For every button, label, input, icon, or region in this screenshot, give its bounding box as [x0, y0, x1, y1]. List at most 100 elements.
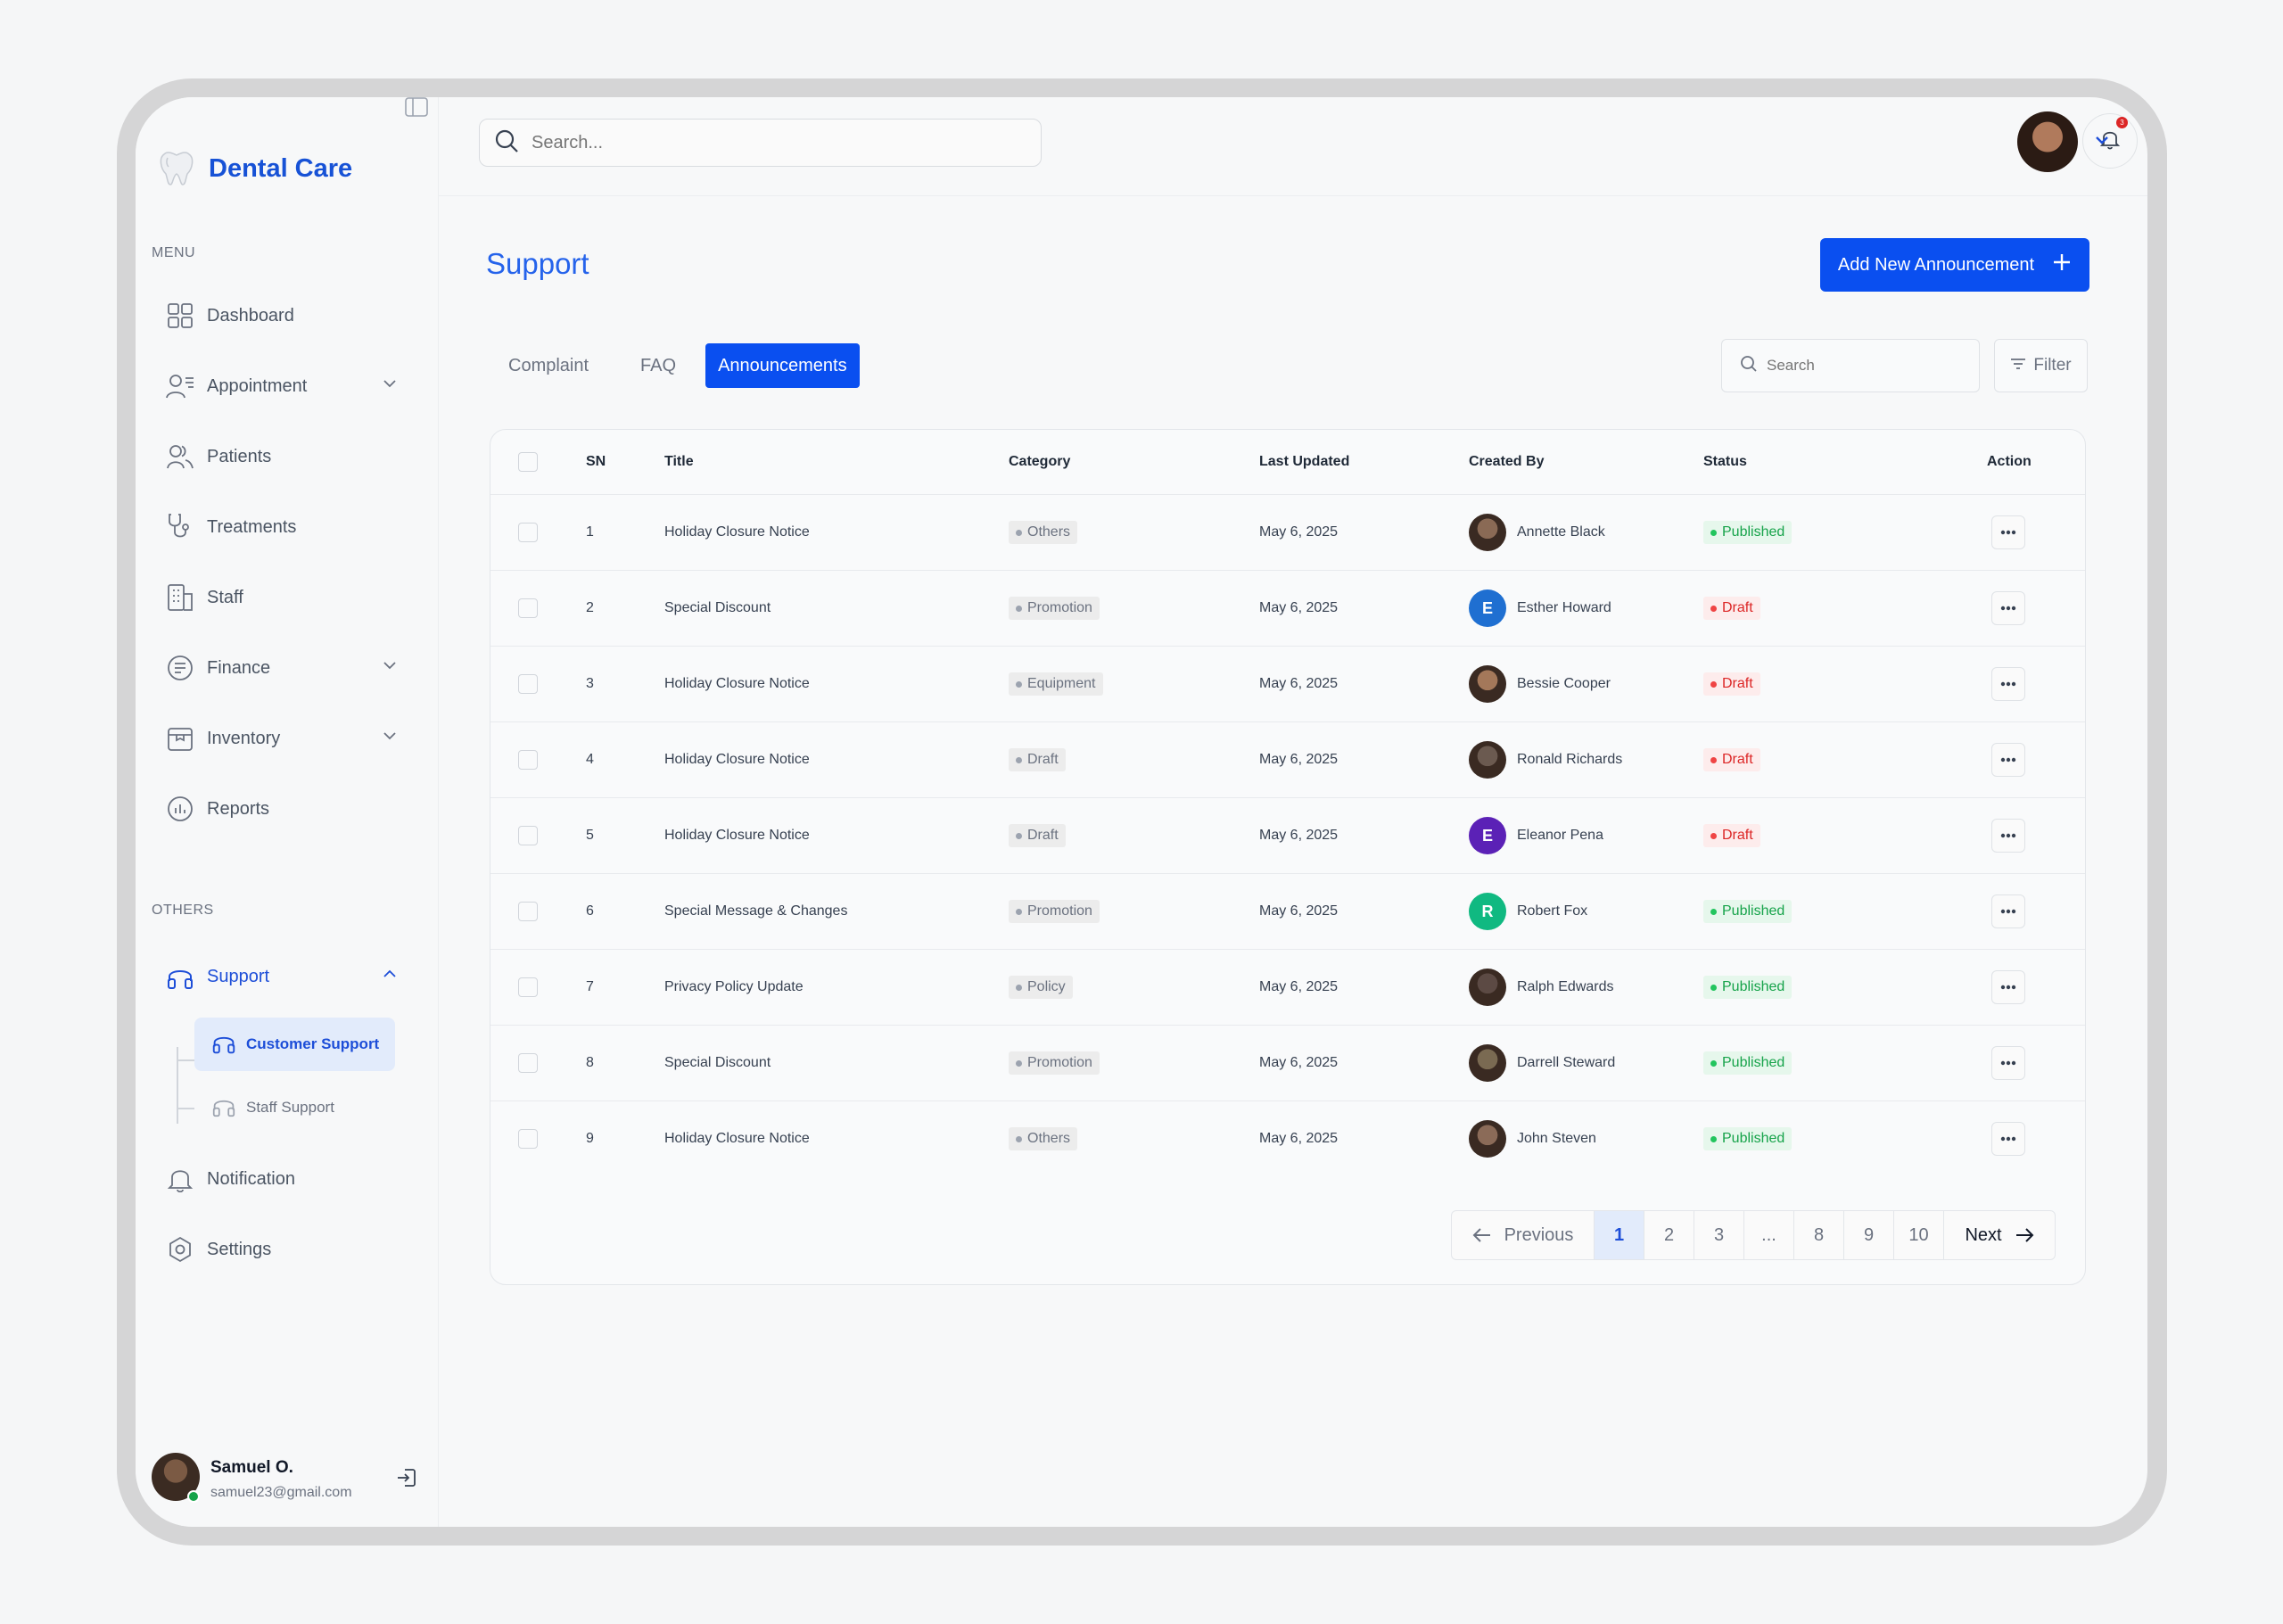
add-announcement-button[interactable]: Add New Announcement: [1820, 238, 2089, 292]
avatar[interactable]: [2017, 111, 2078, 172]
sidebar-item-support[interactable]: Support: [166, 955, 398, 998]
sidebar-item-dashboard[interactable]: Dashboard: [166, 294, 398, 337]
filter-button[interactable]: Filter: [1994, 339, 2088, 392]
table-search-input[interactable]: [1767, 357, 1963, 375]
column-header-sn[interactable]: SN: [586, 430, 606, 494]
table-row[interactable]: 1 Holiday Closure Notice Others May 6, 2025…: [490, 494, 2085, 570]
logout-icon[interactable]: [396, 1467, 417, 1493]
status-label: Draft: [1722, 600, 1753, 615]
avatar: E: [1469, 817, 1506, 854]
table-row[interactable]: 9 Holiday Closure Notice Others May 6, 2025…: [490, 1101, 2085, 1176]
table-row[interactable]: 6 Special Message & Changes Promotion May 6…: [490, 873, 2085, 949]
status-dot: [1710, 832, 1717, 839]
page-number-button[interactable]: 9: [1844, 1211, 1894, 1259]
sidebar-item-finance[interactable]: Finance: [166, 647, 398, 689]
table-search[interactable]: [1721, 339, 1980, 392]
row-checkbox[interactable]: [518, 674, 538, 694]
sidebar-item-appointment[interactable]: Appointment: [166, 365, 398, 408]
table-row[interactable]: 4 Holiday Closure Notice Draft May 6, 2025 R…: [490, 721, 2085, 797]
row-checkbox[interactable]: [518, 1053, 538, 1073]
row-checkbox[interactable]: [518, 523, 538, 542]
row-checkbox[interactable]: [518, 977, 538, 997]
brand[interactable]: Dental Care: [155, 145, 352, 193]
user-profile[interactable]: Samuel O. samuel23@gmail.com: [152, 1453, 419, 1506]
status-badge: Published: [1703, 900, 1793, 923]
creator-name: Darrell Steward: [1517, 1055, 1616, 1070]
select-all-checkbox[interactable]: [518, 452, 538, 472]
chevron-down-icon[interactable]: [2093, 131, 2111, 153]
category-label: Others: [1027, 1131, 1071, 1146]
cell-sn: 2: [586, 600, 594, 615]
row-checkbox[interactable]: [518, 598, 538, 618]
table-row[interactable]: 2 Special Discount Promotion May 6, 2025 E Es…: [490, 570, 2085, 646]
row-checkbox[interactable]: [518, 826, 538, 845]
announcements-table: SN Title Category Last Updated Created B…: [490, 429, 2086, 1285]
row-actions-button[interactable]: [1991, 591, 2025, 625]
search-icon: [494, 128, 519, 158]
table-row[interactable]: 3 Holiday Closure Notice Equipment May 6, 2…: [490, 646, 2085, 721]
row-checkbox[interactable]: [518, 750, 538, 770]
sidebar-subitem-staff-support[interactable]: Staff Support: [194, 1081, 395, 1134]
page-number-button[interactable]: 3: [1694, 1211, 1744, 1259]
sidebar-item-staff[interactable]: Staff: [166, 576, 398, 619]
column-header-title[interactable]: Title: [664, 430, 694, 494]
creator-name: Ronald Richards: [1517, 752, 1623, 767]
sidebar-item-settings[interactable]: Settings: [166, 1228, 398, 1271]
sidebar-item-patients[interactable]: Patients: [166, 435, 398, 478]
column-header-category[interactable]: Category: [1009, 430, 1070, 494]
add-button-label: Add New Announcement: [1837, 254, 2035, 275]
tab-complaint[interactable]: Complaint: [486, 343, 611, 388]
row-actions-button[interactable]: [1991, 894, 2025, 928]
search-input[interactable]: [532, 132, 1013, 153]
row-actions-button[interactable]: [1991, 1122, 2025, 1156]
sidebar-item-reports[interactable]: Reports: [166, 787, 398, 830]
row-actions-button[interactable]: [1991, 819, 2025, 853]
category-label: Equipment: [1027, 676, 1096, 691]
receipt-icon: [166, 654, 194, 682]
sidebar-item-inventory[interactable]: Inventory: [166, 717, 398, 760]
previous-page-button[interactable]: Previous: [1452, 1211, 1595, 1259]
tag-dot: [1016, 984, 1022, 991]
row-checkbox[interactable]: [518, 902, 538, 921]
status-label: Published: [1722, 524, 1785, 540]
status-label: Published: [1722, 903, 1785, 919]
row-actions-button[interactable]: [1991, 515, 2025, 549]
row-actions-button[interactable]: [1991, 970, 2025, 1004]
sidebar-item-notification[interactable]: Notification: [166, 1158, 398, 1200]
column-header-action: Action: [1987, 454, 2032, 469]
page-number-button[interactable]: 8: [1794, 1211, 1844, 1259]
table-row[interactable]: 5 Holiday Closure Notice Draft May 6, 2025 E…: [490, 797, 2085, 873]
tag-dot: [1016, 1135, 1022, 1142]
column-header-created-by[interactable]: Created By: [1469, 430, 1544, 494]
page-number-button[interactable]: 1: [1595, 1211, 1644, 1259]
sidebar-item-label: Treatments: [207, 516, 297, 537]
column-header-last-updated[interactable]: Last Updated: [1259, 430, 1349, 494]
page-number-button[interactable]: 2: [1644, 1211, 1694, 1259]
headphones-icon: [212, 1094, 235, 1122]
sidebar-item-label: Settings: [207, 1239, 272, 1259]
page-number-button: ...: [1744, 1211, 1794, 1259]
column-header-status[interactable]: Status: [1703, 430, 1747, 494]
row-actions-button[interactable]: [1991, 667, 2025, 701]
cell-created-by: Ronald Richards: [1469, 722, 1622, 797]
row-actions-button[interactable]: [1991, 743, 2025, 777]
plus-icon: [2052, 252, 2072, 277]
next-page-button[interactable]: Next: [1944, 1211, 2055, 1259]
main-content: Support Add New Announcement Complaint F…: [439, 196, 2147, 1527]
sidebar-subitem-customer-support[interactable]: Customer Support: [194, 1018, 395, 1071]
row-checkbox[interactable]: [518, 1129, 538, 1149]
global-search[interactable]: [479, 119, 1042, 167]
tag-dot: [1016, 832, 1022, 839]
user-email: samuel23@gmail.com: [210, 1485, 352, 1500]
sidebar-item-treatments[interactable]: Treatments: [166, 506, 398, 548]
cell-title: Privacy Policy Update: [664, 979, 804, 994]
category-tag: Promotion: [1009, 900, 1100, 923]
table-row[interactable]: 7 Privacy Policy Update Policy May 6, 2025 R…: [490, 949, 2085, 1025]
page-number-button[interactable]: 10: [1894, 1211, 1944, 1259]
page-title: Support: [486, 247, 589, 280]
tab-faq[interactable]: FAQ: [618, 343, 698, 388]
table-row[interactable]: 8 Special Discount Promotion May 6, 2025 Dar…: [490, 1025, 2085, 1101]
sidebar-collapse-icon[interactable]: [405, 97, 428, 117]
tab-announcements[interactable]: Announcements: [705, 343, 860, 388]
row-actions-button[interactable]: [1991, 1046, 2025, 1080]
